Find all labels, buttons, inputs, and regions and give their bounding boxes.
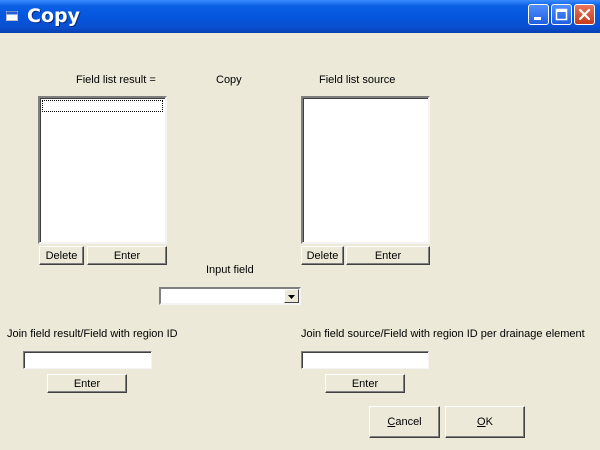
enter-join-result-button[interactable]: Enter xyxy=(47,374,127,393)
field-list-source[interactable] xyxy=(301,96,430,244)
list-focus-row[interactable] xyxy=(42,100,163,112)
enter-join-source-label: Enter xyxy=(351,377,379,390)
input-field-label: Input field xyxy=(206,264,254,276)
cancel-button[interactable]: Cancel xyxy=(369,406,440,438)
delete-source-button[interactable]: Delete xyxy=(301,246,344,265)
enter-source-button[interactable]: Enter xyxy=(346,246,430,265)
copy-dialog: Copy Field list result = Copy Field list… xyxy=(0,0,600,450)
join-source-label: Join field source/Field with region ID p… xyxy=(301,328,585,340)
maximize-button[interactable] xyxy=(551,4,572,25)
delete-source-label: Delete xyxy=(306,249,339,262)
maximize-icon xyxy=(555,8,568,21)
ok-mnemonic: O xyxy=(477,416,486,428)
field-list-result-label: Field list result = xyxy=(76,74,156,86)
window-icon xyxy=(6,11,18,21)
cancel-label: Cancel xyxy=(387,416,421,428)
minimize-button[interactable] xyxy=(528,4,549,25)
enter-source-label: Enter xyxy=(374,249,402,262)
close-icon xyxy=(578,8,591,21)
ok-label: OK xyxy=(477,416,493,428)
join-source-input[interactable] xyxy=(301,351,429,369)
input-field-dropdown[interactable] xyxy=(159,287,301,305)
cancel-label-rest: ancel xyxy=(395,416,422,428)
dropdown-button[interactable] xyxy=(284,289,299,303)
title-bar[interactable]: Copy xyxy=(0,0,600,33)
join-result-label: Join field result/Field with region ID xyxy=(7,328,178,340)
ok-button[interactable]: OK xyxy=(445,406,525,438)
delete-result-label: Delete xyxy=(45,249,78,262)
ok-label-rest: K xyxy=(485,416,493,428)
enter-result-label: Enter xyxy=(113,249,141,262)
enter-result-button[interactable]: Enter xyxy=(87,246,167,265)
minimize-icon xyxy=(534,17,541,20)
join-result-input[interactable] xyxy=(23,351,152,369)
delete-result-button[interactable]: Delete xyxy=(39,246,84,265)
copy-label: Copy xyxy=(216,74,242,86)
window-title: Copy xyxy=(27,5,80,27)
close-button[interactable] xyxy=(574,4,595,25)
enter-join-result-label: Enter xyxy=(73,377,101,390)
enter-join-source-button[interactable]: Enter xyxy=(325,374,405,393)
field-list-source-label: Field list source xyxy=(319,74,396,86)
chevron-down-icon xyxy=(288,295,295,299)
field-list-result[interactable] xyxy=(38,96,167,244)
